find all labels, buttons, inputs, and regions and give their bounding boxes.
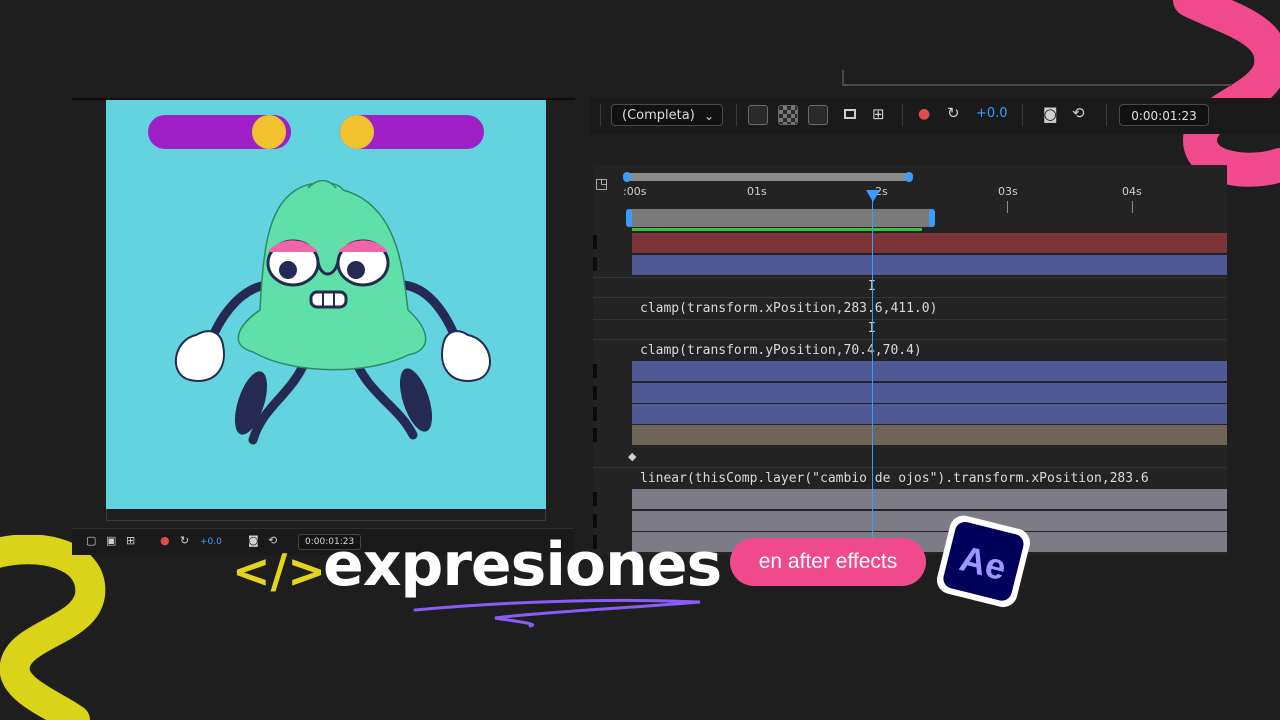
row-separator [593, 467, 1227, 468]
after-effects-logo: Ae [936, 515, 1030, 608]
code-brackets-icon: </> [232, 544, 326, 598]
timeline-panel[interactable]: ◳ :00s 01s 2s 03s 04s I clamp(transform.… [593, 165, 1227, 555]
row-separator [593, 339, 1227, 340]
layer-bar-5[interactable] [632, 404, 1227, 424]
layer-handle [593, 257, 597, 271]
subtitle-pill: en after effects [730, 538, 926, 586]
color-channels-icon[interactable]: ● [918, 107, 930, 121]
ruler-tick [1007, 201, 1008, 213]
panel-frame-line [842, 70, 1232, 86]
navigator-end-handle[interactable] [905, 172, 913, 182]
layer-handle [593, 514, 597, 528]
grid-icon[interactable]: ⊞ [126, 534, 135, 548]
toolbar-divider [1022, 104, 1023, 126]
reset-exposure-icon[interactable]: ↻ [947, 106, 960, 121]
layer-handle [593, 386, 597, 400]
work-area-start[interactable] [626, 209, 632, 227]
mask-visibility-icon[interactable] [808, 105, 828, 125]
layer-handle [593, 407, 597, 421]
resolution-dropdown[interactable]: (Completa) ⌄ [611, 104, 723, 126]
mask-icon[interactable]: ▣ [106, 534, 116, 548]
layer-bar-2[interactable] [632, 255, 1227, 275]
toolbar-divider [902, 104, 903, 126]
composition-viewer[interactable] [106, 100, 546, 509]
show-snapshot-icon[interactable]: ⟲ [1072, 106, 1085, 121]
layer-bar-7[interactable] [632, 489, 1227, 509]
underline-scribble [413, 598, 701, 628]
yellow-squiggle-decoration [0, 535, 106, 720]
layer-bar-3[interactable] [632, 361, 1227, 381]
camera-icon[interactable]: ◙ [1043, 107, 1058, 122]
title-word: expresiones [323, 530, 722, 600]
fast-previews-icon[interactable] [748, 105, 768, 125]
layer-handle [593, 428, 597, 442]
grid-guides-icon[interactable]: ⊞ [872, 107, 885, 122]
ruler-label-3: 03s [998, 185, 1018, 198]
playhead-handle[interactable] [866, 190, 880, 202]
row-separator [593, 297, 1227, 298]
reset-exposure-icon[interactable]: ↻ [180, 534, 189, 548]
exposure-value[interactable]: +0.0 [976, 106, 1008, 121]
toggle-left-knob[interactable] [252, 115, 286, 149]
layer-handle [593, 235, 597, 249]
region-icon[interactable]: ▢ [86, 534, 96, 548]
row-separator [593, 277, 1227, 278]
chevron-down-icon: ⌄ [703, 109, 714, 123]
pink-squiggle-decoration [1173, 0, 1280, 187]
toggle-right-knob[interactable] [340, 115, 374, 149]
toolbar-divider [736, 104, 737, 126]
navigator-start-handle[interactable] [623, 172, 631, 182]
work-area-end[interactable] [929, 209, 935, 227]
region-of-interest-icon [840, 105, 860, 125]
layer-handle [593, 492, 597, 506]
transparency-grid-icon[interactable] [778, 105, 798, 125]
ruler-label-4: 04s [1122, 185, 1142, 198]
keyframe-icon[interactable]: ◆ [628, 450, 636, 464]
playhead-line[interactable] [872, 195, 873, 555]
work-area-bar[interactable] [626, 209, 935, 227]
resolution-value: (Completa) [622, 108, 695, 123]
toolbar-divider [600, 104, 601, 126]
ruler-tick [1132, 201, 1133, 213]
toggle-left[interactable] [148, 115, 291, 149]
layer-bar-1[interactable] [632, 233, 1227, 253]
toolbar-divider [1106, 104, 1107, 126]
layer-bar-4[interactable] [632, 383, 1227, 403]
comp-flowchart-icon[interactable]: ◳ [595, 177, 608, 191]
expression-line-3[interactable]: linear(thisComp.layer("cambio de ojos").… [640, 471, 1149, 486]
expression-line-1[interactable]: clamp(transform.xPosition,283.6,411.0) [640, 301, 937, 316]
time-navigator-bar[interactable] [623, 172, 913, 182]
color-channels-icon[interactable]: ● [160, 534, 170, 548]
layer-bar-6[interactable] [632, 425, 1227, 445]
ruler-label-0: :00s [623, 185, 647, 198]
layer-handle [593, 364, 597, 378]
row-separator [593, 319, 1227, 320]
cache-indicator [632, 228, 922, 231]
composition-toolbar: (Completa) ⌄ ⊞ ● ↻ +0.0 ◙ ⟲ 0:00:01:23 [590, 98, 1280, 134]
viewer-bottom-border [106, 509, 546, 521]
ruler-label-1: 01s [747, 185, 767, 198]
toggle-right[interactable] [340, 115, 484, 149]
current-timecode[interactable]: 0:00:01:23 [1119, 104, 1209, 126]
viewer-exposure-value[interactable]: +0.0 [200, 535, 222, 549]
expression-line-2[interactable]: clamp(transform.yPosition,70.4,70.4) [640, 343, 922, 358]
character-illustration [174, 180, 491, 445]
